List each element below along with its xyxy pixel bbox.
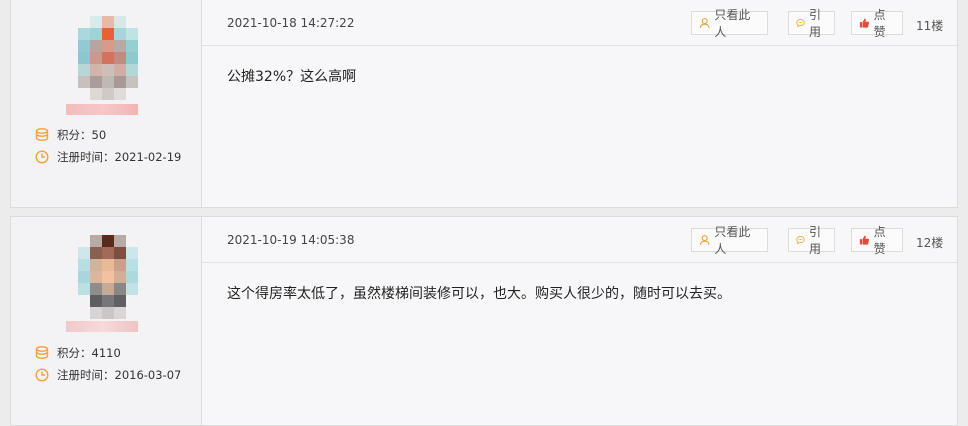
clock-icon bbox=[35, 368, 49, 382]
post-content-area: 2021-10-18 14:27:22 只看此人 引用 点赞 11楼 公摊32%… bbox=[202, 0, 957, 207]
register-date: 2021-02-19 bbox=[114, 150, 182, 164]
username-blurred[interactable] bbox=[66, 321, 138, 332]
post-body: 公摊32%？这么高啊 bbox=[227, 69, 357, 85]
points-label: 积分： bbox=[57, 346, 92, 360]
quote-button[interactable]: 引用 bbox=[788, 8, 835, 39]
register-label: 注册时间： bbox=[57, 150, 115, 164]
post-time: 2021-10-19 14:05:38 bbox=[227, 233, 355, 247]
only-this-user-label: 只看此人 bbox=[714, 8, 751, 39]
post-body: 这个得房率太低了，虽然楼梯间装修可以，也大。购买人很少的，随时可以去买。 bbox=[227, 286, 731, 302]
register-date-stat: 注册时间： 2016-03-07 bbox=[35, 367, 181, 383]
register-date: 2016-03-07 bbox=[114, 368, 182, 382]
thumbs-up-icon bbox=[859, 235, 869, 245]
post-header: 2021-10-19 14:05:38 只看此人 引用 点赞 12楼 bbox=[202, 217, 957, 263]
post-time: 2021-10-18 14:27:22 bbox=[227, 16, 355, 30]
floor-number: 11楼 bbox=[916, 19, 944, 33]
like-label: 点赞 bbox=[873, 225, 886, 256]
post-content-area: 2021-10-19 14:05:38 只看此人 引用 点赞 12楼 这个得房率… bbox=[202, 217, 957, 425]
points-label: 积分： bbox=[57, 128, 92, 142]
register-date-stat: 注册时间： 2021-02-19 bbox=[35, 149, 181, 165]
coins-icon bbox=[35, 128, 49, 141]
like-button[interactable]: 点赞 bbox=[851, 225, 903, 256]
post-12: 积分： 4110 注册时间： 2016-03-07 2021-10-19 14:… bbox=[10, 216, 958, 426]
like-button[interactable]: 点赞 bbox=[851, 8, 903, 39]
clock-icon bbox=[35, 150, 49, 164]
post-header: 2021-10-18 14:27:22 只看此人 引用 点赞 11楼 bbox=[202, 0, 957, 46]
only-this-user-button[interactable]: 只看此人 bbox=[691, 225, 768, 256]
quote-button[interactable]: 引用 bbox=[788, 225, 835, 256]
user-icon bbox=[699, 235, 710, 245]
like-label: 点赞 bbox=[873, 8, 886, 39]
thumbs-up-icon bbox=[859, 18, 869, 28]
points-stat: 积分： 4110 bbox=[35, 345, 121, 361]
register-label: 注册时间： bbox=[57, 368, 115, 382]
user-sidebar: 积分： 4110 注册时间： 2016-03-07 bbox=[11, 217, 202, 425]
user-icon bbox=[699, 18, 710, 28]
points-value: 50 bbox=[91, 128, 107, 142]
quote-label: 引用 bbox=[809, 225, 822, 256]
quote-bubble-icon bbox=[796, 18, 805, 28]
username-blurred[interactable] bbox=[66, 104, 138, 115]
quote-bubble-icon bbox=[796, 235, 805, 245]
post-11: 积分： 50 注册时间： 2021-02-19 2021-10-18 14:27… bbox=[10, 0, 958, 208]
avatar[interactable] bbox=[66, 235, 150, 319]
quote-label: 引用 bbox=[809, 8, 822, 39]
only-this-user-label: 只看此人 bbox=[714, 225, 751, 256]
user-sidebar: 积分： 50 注册时间： 2021-02-19 bbox=[11, 0, 202, 207]
points-stat: 积分： 50 bbox=[35, 127, 106, 143]
avatar[interactable] bbox=[66, 16, 150, 100]
floor-number: 12楼 bbox=[916, 236, 944, 250]
points-value: 4110 bbox=[91, 346, 121, 360]
only-this-user-button[interactable]: 只看此人 bbox=[691, 8, 768, 39]
coins-icon bbox=[35, 346, 49, 359]
